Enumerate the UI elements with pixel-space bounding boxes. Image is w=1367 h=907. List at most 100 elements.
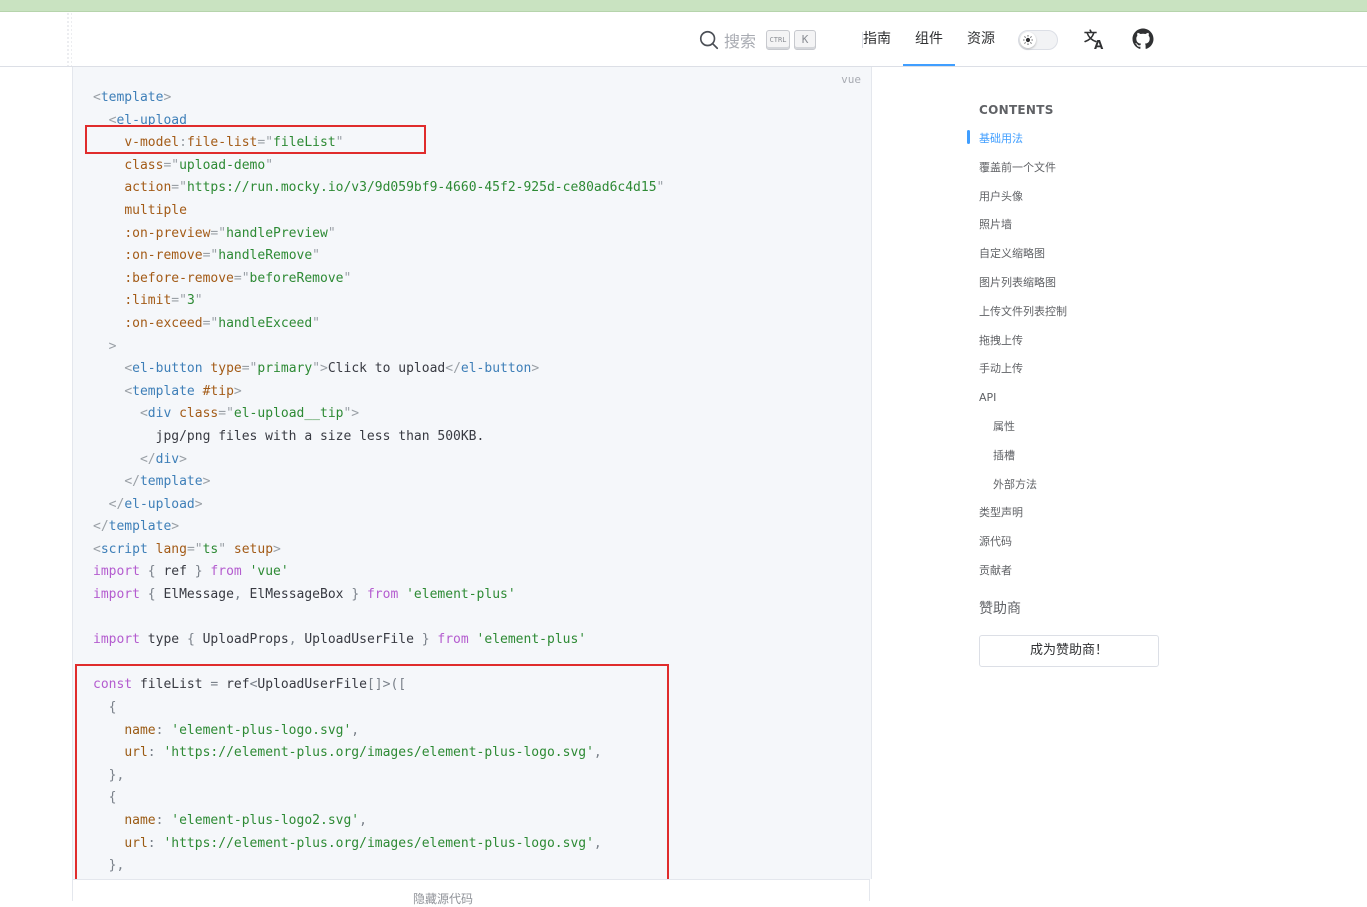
github-icon[interactable] — [1131, 27, 1155, 51]
code-line: :before-remove="beforeRemove" — [93, 268, 664, 291]
code-token: UploadProps — [194, 632, 289, 648]
code-token: " — [343, 270, 352, 286]
code-token: }, — [108, 767, 125, 783]
code-token: el-upload__tip — [233, 406, 344, 422]
code-token: :on-exceed — [124, 315, 203, 331]
code-line: <el-upload — [93, 110, 664, 133]
code-token: 'element-plus-logo2.svg' — [171, 813, 360, 828]
toc-item[interactable]: 贡献者 — [979, 561, 1179, 590]
table-of-contents: CONTENTS 基础用法 覆盖前一个文件 用户头像 照片墙 自定义缩略图 图片列表缩略图… — [979, 100, 1179, 590]
code-token: :on-preview — [124, 225, 211, 241]
toc-item[interactable]: 源代码 — [979, 532, 1179, 561]
toc-item[interactable]: 手动上传 — [979, 359, 1179, 388]
code-token: { — [108, 790, 117, 806]
code-token: 'element-plus' — [406, 587, 516, 603]
code-token: ref — [218, 677, 250, 693]
code-line: </div> — [93, 449, 664, 472]
code-line — [93, 652, 664, 675]
code-token: :limit — [124, 293, 172, 309]
nav-link-components[interactable]: 组件 — [903, 12, 955, 66]
toc-item[interactable]: API — [979, 388, 1179, 417]
code-token: UploadUserFile — [296, 632, 422, 648]
nav-link-guide[interactable]: 指南 — [863, 12, 891, 66]
toc-item[interactable]: 基础用法 — [979, 129, 1179, 158]
code-line: <template #tip> — [93, 381, 664, 404]
toc-item[interactable]: 插槽 — [979, 446, 1179, 475]
code-token: =" — [241, 361, 258, 377]
code-line: <script lang="ts" setup> — [93, 539, 664, 562]
code-line: </el-upload> — [93, 494, 664, 517]
code-token: </ — [445, 361, 461, 377]
code-token: Click to upload — [327, 361, 446, 377]
code-token: , — [359, 813, 367, 828]
code-token: =" — [233, 270, 250, 286]
code-token: fileList — [273, 135, 336, 151]
code-token: } — [351, 587, 360, 603]
theme-toggle[interactable] — [1018, 30, 1058, 50]
code-token: primary — [257, 361, 313, 377]
code-token: class — [124, 157, 164, 173]
code-token: , — [593, 745, 602, 761]
translate-icon[interactable]: 文 A — [1083, 27, 1107, 52]
code-block: vue <template> <el-upload v-model:file-l… — [72, 67, 872, 879]
kbd-k-key: K — [794, 30, 817, 50]
code-token: , — [288, 632, 297, 648]
search-box[interactable]: 搜索 CTRL K — [698, 28, 817, 52]
toc-item[interactable]: 用户头像 — [979, 187, 1179, 216]
code-token: from — [437, 632, 469, 648]
code-token: 'vue' — [249, 564, 289, 580]
code-token: beforeRemove — [249, 270, 344, 286]
toc-item[interactable]: 拖拽上传 — [979, 331, 1179, 360]
code-lang-label: vue — [841, 73, 861, 86]
code-token: el-button — [132, 361, 203, 377]
code-token: </ — [139, 451, 156, 467]
code-token: : — [179, 135, 187, 151]
code-token: =" — [163, 157, 180, 173]
toc-item[interactable]: 自定义缩略图 — [979, 244, 1179, 273]
toc-item[interactable]: 照片墙 — [979, 215, 1179, 244]
become-sponsor-button[interactable]: 成为赞助商！ — [979, 635, 1159, 667]
code-line: url: 'https://element-plus.org/images/el… — [93, 742, 664, 765]
toc-item[interactable]: 属性 — [979, 417, 1179, 446]
sponsor-title: 赞助商 — [979, 601, 1021, 617]
hide-source-label: 隐藏源代码 — [413, 892, 474, 906]
toc-item[interactable]: 图片列表缩略图 — [979, 273, 1179, 302]
code-token: from — [366, 587, 399, 603]
code-token: > — [163, 90, 172, 105]
code-token: , — [233, 587, 242, 603]
code-token: > — [273, 541, 281, 557]
code-token: []>([ — [366, 677, 407, 693]
code-token: template — [100, 90, 164, 105]
nav-link-resources[interactable]: 资源 — [967, 12, 995, 66]
toc-item[interactable]: 类型声明 — [979, 503, 1179, 532]
toc-item[interactable]: 外部方法 — [979, 475, 1179, 504]
code-token: el-upload — [124, 496, 195, 512]
code-line: <template> — [93, 87, 664, 110]
code-lines: <template> <el-upload v-model:file-list=… — [93, 87, 664, 878]
code-token: < — [124, 361, 133, 377]
code-token: " — [656, 180, 665, 196]
code-token: > — [531, 361, 540, 377]
hide-source-bar[interactable]: 隐藏源代码 — [72, 879, 870, 906]
code-token: { — [108, 700, 117, 716]
code-token: > — [202, 474, 211, 490]
toc-item[interactable]: 覆盖前一个文件 — [979, 158, 1179, 187]
code-token: > — [179, 451, 187, 467]
code-token: : — [147, 745, 156, 761]
toc-item[interactable]: 上传文件列表控制 — [979, 302, 1179, 331]
